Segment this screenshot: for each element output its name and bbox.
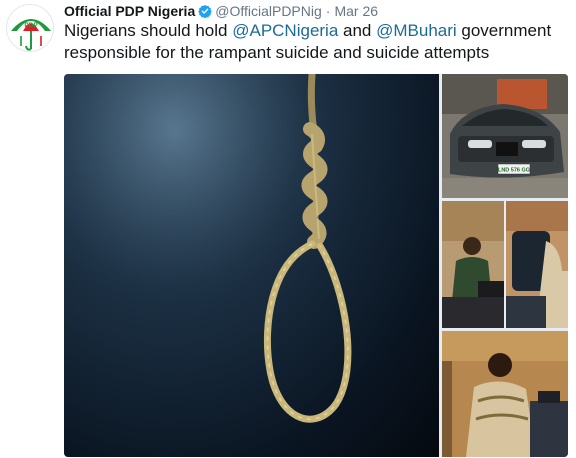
photo-noose[interactable]: [64, 74, 439, 457]
photo-woman-office[interactable]: [442, 331, 568, 457]
car-plate-text: LND 576 GG: [498, 168, 530, 174]
tweet-text: Nigerians should hold @APCNigeria and @M…: [64, 20, 569, 64]
author-display-name[interactable]: Official PDP Nigeria: [64, 3, 195, 19]
avatar-logo-text: PDP: [24, 22, 38, 29]
tweet-text-part: and: [338, 21, 377, 40]
photo-office-chair[interactable]: [506, 201, 568, 328]
mention-mbuhari-link[interactable]: @MBuhari: [376, 21, 457, 40]
verified-badge-icon: [198, 4, 213, 18]
tweet-timestamp[interactable]: Mar 26: [334, 3, 378, 19]
tweet-text-part: Nigerians should hold: [64, 21, 233, 40]
avatar[interactable]: PDP: [6, 4, 54, 52]
tweet[interactable]: PDP Official PDP Nigeria @OfficialPDPNig…: [0, 0, 576, 458]
photo-office-seated[interactable]: [442, 201, 504, 328]
mention-apcnigeria-link[interactable]: @APCNigeria: [232, 21, 338, 40]
tweet-header: Official PDP Nigeria @OfficialPDPNig · M…: [64, 2, 378, 20]
header-separator: ·: [325, 3, 331, 19]
author-handle[interactable]: @OfficialPDPNig: [215, 3, 322, 19]
media-grid: LND 576 GG: [64, 74, 568, 457]
pdp-umbrella-logo: PDP: [11, 19, 51, 51]
photo-car[interactable]: LND 576 GG: [442, 74, 568, 198]
